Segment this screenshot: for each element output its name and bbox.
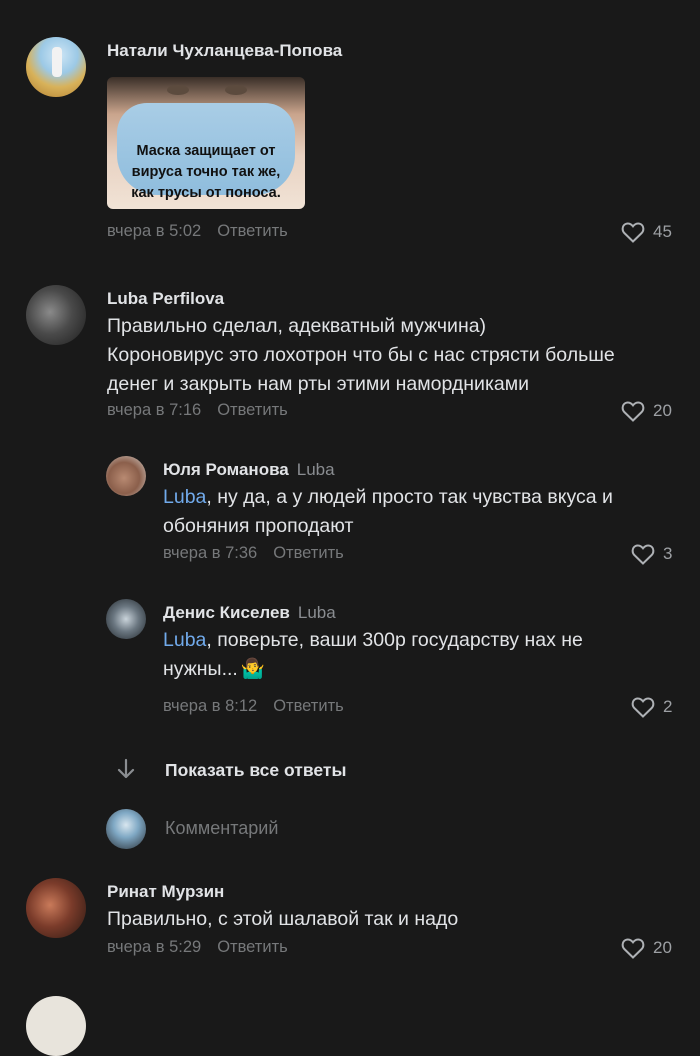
avatar[interactable] (26, 285, 86, 345)
image-caption: Маска защищает от вируса точно так же, к… (131, 143, 281, 201)
shrug-emoji: 🤷‍♂️ (240, 658, 266, 680)
mention-link[interactable]: Luba (163, 629, 206, 651)
comment-author[interactable]: Натали Чухланцева-Попова (107, 41, 342, 61)
comment-text: Правильно сделал, адекватный мужчина) Ко… (107, 315, 615, 395)
like-count: 2 (663, 697, 673, 716)
mention-link[interactable]: Luba (163, 486, 206, 508)
like-count: 3 (663, 544, 673, 563)
avatar[interactable] (106, 456, 146, 496)
avatar[interactable] (26, 878, 86, 938)
reply-author[interactable]: Денис Киселев Luba (163, 603, 336, 623)
comment-image[interactable]: Маска защищает от вируса точно так же, к… (107, 77, 305, 209)
avatar[interactable] (26, 996, 86, 1056)
heart-outline-icon (631, 697, 655, 718)
like-count: 20 (653, 401, 672, 420)
reply-to[interactable]: Luba (298, 603, 336, 622)
comment-meta: вчера в 5:29 Ответить (107, 938, 288, 957)
reply-to[interactable]: Luba (297, 460, 335, 479)
heart-outline-icon (621, 222, 645, 243)
reply-button[interactable]: Ответить (217, 401, 288, 419)
comment-author[interactable]: Ринат Мурзин (107, 882, 224, 902)
avatar[interactable] (106, 599, 146, 639)
comment-time: вчера в 7:36 (163, 544, 258, 562)
like-button[interactable]: 20 (621, 937, 672, 959)
show-all-replies-button[interactable]: Показать все ответы (165, 760, 346, 781)
reply-button[interactable]: Ответить (217, 222, 288, 240)
comment-text: Правильно, с этой шалавой так и надо (107, 908, 459, 930)
avatar (106, 809, 146, 849)
avatar[interactable] (26, 37, 86, 97)
like-count: 20 (653, 938, 672, 957)
like-button[interactable]: 20 (621, 400, 672, 422)
comment-time: вчера в 8:12 (163, 697, 258, 715)
reply-text: Luba, ну да, а у людей просто так чувств… (163, 486, 613, 537)
eyes-shape (225, 85, 247, 95)
reply-author[interactable]: Юля Романова Luba (163, 460, 335, 480)
comment-time: вчера в 5:29 (107, 938, 202, 956)
comment-author[interactable]: Luba Perfilova (107, 289, 224, 309)
like-button[interactable]: 3 (631, 543, 672, 565)
comment-meta: вчера в 7:16 Ответить (107, 401, 288, 420)
eyes-shape (167, 85, 189, 95)
heart-outline-icon (631, 544, 655, 565)
comment-meta: вчера в 5:02 Ответить (107, 222, 288, 241)
like-button[interactable]: 45 (621, 221, 672, 243)
like-count: 45 (653, 222, 672, 241)
arrow-down-icon[interactable] (115, 758, 137, 780)
heart-outline-icon (621, 938, 645, 959)
comment-meta: вчера в 7:36 Ответить (163, 544, 344, 563)
heart-outline-icon (621, 401, 645, 422)
like-button[interactable]: 2 (631, 696, 672, 718)
reply-button[interactable]: Ответить (273, 697, 344, 715)
comment-input[interactable]: Комментарий (165, 818, 278, 839)
reply-button[interactable]: Ответить (217, 938, 288, 956)
comment-time: вчера в 7:16 (107, 401, 202, 419)
comment-time: вчера в 5:02 (107, 222, 202, 240)
reply-text: Luba, поверьте, ваши 300р государству на… (163, 629, 583, 680)
comment-meta: вчера в 8:12 Ответить (163, 697, 344, 716)
reply-button[interactable]: Ответить (273, 544, 344, 562)
